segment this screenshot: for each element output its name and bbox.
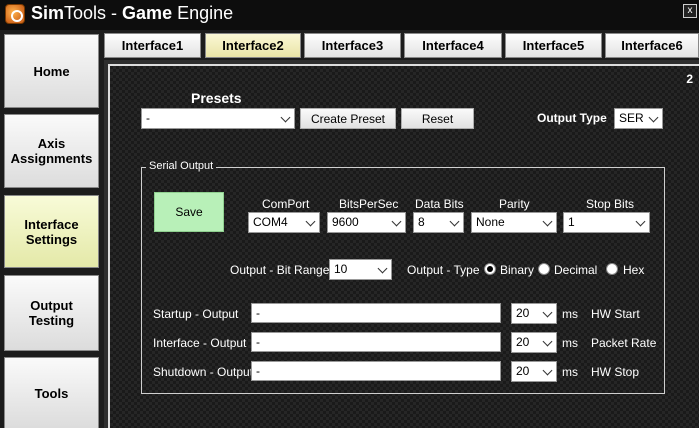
save-button[interactable]: Save xyxy=(154,192,224,232)
create-preset-button[interactable]: Create Preset xyxy=(300,108,396,129)
tab-interface1[interactable]: Interface1 xyxy=(104,33,201,58)
sidebar-item-axis-assignments[interactable]: Axis Assignments xyxy=(4,114,99,188)
tab-interface6[interactable]: Interface6 xyxy=(605,33,699,58)
radio-binary[interactable] xyxy=(484,263,496,275)
output-type-label: Output Type xyxy=(537,111,607,125)
main-area: 2 Presets - Create Preset Reset Output T… xyxy=(104,60,699,428)
chevron-down-icon xyxy=(542,216,553,227)
serial-output-legend: Serial Output xyxy=(146,160,217,172)
chevron-down-icon xyxy=(542,336,553,347)
panel-number: 2 xyxy=(686,72,693,86)
tab-interface5[interactable]: Interface5 xyxy=(505,33,602,58)
radio-decimal[interactable] xyxy=(538,263,550,275)
comport-label: ComPort xyxy=(262,197,310,211)
startup-ms-unit: ms xyxy=(562,307,578,321)
close-button[interactable]: x xyxy=(683,4,697,18)
title-bar: SimTools - Game Engine x xyxy=(0,0,699,30)
startup-output-field[interactable]: - xyxy=(251,303,501,323)
sidebar-item-interface-settings[interactable]: Interface Settings xyxy=(4,195,99,268)
chevron-down-icon xyxy=(648,112,659,123)
presets-label: Presets xyxy=(191,90,242,106)
chevron-down-icon xyxy=(305,216,316,227)
chevron-down-icon xyxy=(449,216,460,227)
startup-desc: HW Start xyxy=(591,307,640,321)
chevron-down-icon xyxy=(542,365,553,376)
interface-ms-select[interactable]: 20 xyxy=(511,332,557,353)
sidebar-item-home[interactable]: Home xyxy=(4,34,99,108)
shutdown-output-field[interactable]: - xyxy=(251,361,501,381)
chevron-down-icon xyxy=(280,112,291,123)
tab-interface4[interactable]: Interface4 xyxy=(404,33,502,58)
parity-label: Parity xyxy=(499,197,530,211)
bit-range-select[interactable]: 10 xyxy=(329,259,392,280)
sidebar-item-output-testing[interactable]: Output Testing xyxy=(4,275,99,351)
output-type-radio-label: Output - Type xyxy=(407,263,480,277)
bitspersec-select[interactable]: 9600 xyxy=(327,212,406,233)
preset-select[interactable]: - xyxy=(141,108,295,129)
shutdown-ms-unit: ms xyxy=(562,365,578,379)
chevron-down-icon xyxy=(377,263,388,274)
interface-panel: 2 Presets - Create Preset Reset Output T… xyxy=(108,64,699,428)
interface-output-label: Interface - Output xyxy=(153,336,247,350)
sidebar-item-tools[interactable]: Tools xyxy=(4,357,99,428)
stopbits-label: Stop Bits xyxy=(586,197,635,211)
databits-label: Data Bits xyxy=(415,197,464,211)
tab-interface2[interactable]: Interface2 xyxy=(205,33,301,58)
chevron-down-icon xyxy=(542,307,553,318)
radio-hex-label: Hex xyxy=(623,263,645,277)
reset-button[interactable]: Reset xyxy=(401,108,474,129)
shutdown-desc: HW Stop xyxy=(591,365,640,379)
chevron-down-icon xyxy=(391,216,402,227)
startup-ms-select[interactable]: 20 xyxy=(511,303,557,324)
radio-binary-label: Binary xyxy=(500,263,535,277)
radio-hex[interactable] xyxy=(606,263,618,275)
interface-output-field[interactable]: - xyxy=(251,332,501,352)
bit-range-label: Output - Bit Range xyxy=(230,263,330,277)
interface-ms-unit: ms xyxy=(562,336,578,350)
interface-desc: Packet Rate xyxy=(591,336,657,350)
output-type-select[interactable]: SER xyxy=(614,108,663,129)
comport-select[interactable]: COM4 xyxy=(248,212,320,233)
interface-tabs: Interface1 Interface2 Interface3 Interfa… xyxy=(104,30,699,60)
databits-select[interactable]: 8 xyxy=(413,212,464,233)
bitspersec-label: BitsPerSec xyxy=(339,197,399,211)
window-title: SimTools - Game Engine xyxy=(31,3,234,23)
startup-output-label: Startup - Output xyxy=(153,307,239,321)
radio-decimal-label: Decimal xyxy=(554,263,598,277)
tab-interface3[interactable]: Interface3 xyxy=(304,33,401,58)
shutdown-ms-select[interactable]: 20 xyxy=(511,361,557,382)
stopbits-select[interactable]: 1 xyxy=(563,212,650,233)
parity-select[interactable]: None xyxy=(471,212,557,233)
sidebar: Home Axis Assignments Interface Settings… xyxy=(0,30,104,428)
chevron-down-icon xyxy=(635,216,646,227)
shutdown-output-label: Shutdown - Output xyxy=(153,365,254,379)
app-logo-icon xyxy=(5,4,25,24)
